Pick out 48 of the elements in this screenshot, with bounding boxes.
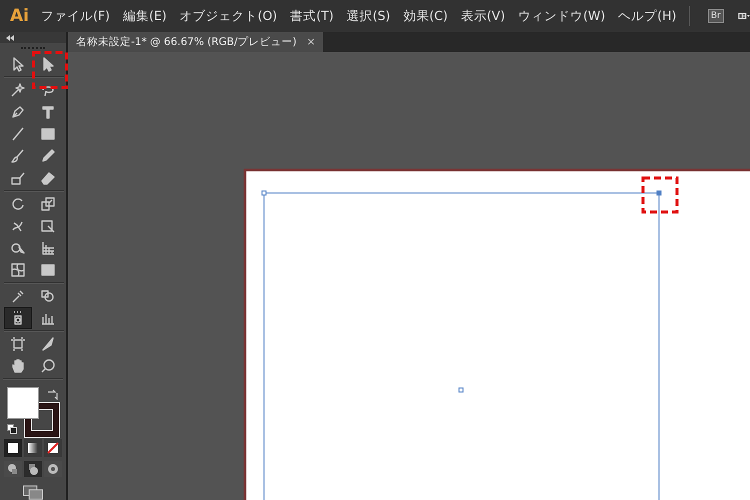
type-tool-icon bbox=[40, 104, 56, 120]
menu-item[interactable]: オブジェクト(O) bbox=[180, 8, 278, 24]
gradient-mode-icon[interactable] bbox=[24, 438, 42, 457]
menu-item[interactable]: ファイル(F) bbox=[40, 8, 110, 24]
eraser-icon bbox=[40, 170, 56, 186]
menu-item[interactable]: 選択(S) bbox=[346, 8, 390, 24]
menu-item[interactable]: 効果(C) bbox=[403, 8, 448, 24]
swap-arrows-icon[interactable] bbox=[47, 389, 58, 400]
line-segment-icon bbox=[10, 126, 26, 142]
draw-behind-icon[interactable] bbox=[24, 460, 42, 477]
rotate-icon bbox=[10, 196, 26, 212]
highlight-frame bbox=[642, 176, 678, 214]
menu-item[interactable]: 書式(T) bbox=[290, 8, 334, 24]
eyedropper-icon bbox=[10, 288, 26, 304]
none-mode-icon[interactable] bbox=[44, 438, 62, 457]
document-tab-title: 名称未設定-1* @ 66.67% (RGB/プレビュー) bbox=[76, 35, 297, 49]
hand-icon bbox=[10, 358, 26, 374]
paintbrush-icon bbox=[10, 148, 26, 164]
default-colors-icon[interactable] bbox=[7, 424, 17, 434]
mesh-icon bbox=[10, 262, 26, 278]
menu-item[interactable]: 編集(E) bbox=[122, 8, 167, 24]
collapse-panel-icon[interactable] bbox=[6, 34, 14, 41]
free-transform-icon bbox=[40, 218, 56, 234]
blob-brush-icon bbox=[10, 170, 26, 186]
close-tab-button[interactable]: × bbox=[306, 36, 316, 48]
perspective-grid-icon bbox=[40, 240, 56, 256]
app-logo[interactable]: Ai bbox=[10, 6, 29, 26]
magic-wand-icon bbox=[10, 82, 26, 98]
rectangle-icon bbox=[40, 126, 56, 142]
menu-item[interactable]: 表示(V) bbox=[460, 8, 506, 24]
center-point bbox=[458, 388, 464, 392]
tool-button[interactable] bbox=[4, 307, 32, 330]
document-tab[interactable]: 名称未設定-1* @ 66.67% (RGB/プレビュー) × bbox=[68, 32, 324, 52]
menu-item[interactable]: ウィンドウ(W) bbox=[518, 8, 606, 24]
fill-swatch[interactable] bbox=[7, 387, 39, 420]
slice-knife-icon bbox=[40, 336, 56, 352]
artboard-icon bbox=[10, 336, 26, 352]
screen-mode-icon[interactable] bbox=[22, 484, 44, 500]
menu-item[interactable]: ヘルプ(H) bbox=[618, 8, 676, 24]
magnifier-icon bbox=[40, 358, 56, 374]
pen-nib-icon bbox=[10, 104, 26, 120]
gradient-square-icon bbox=[40, 262, 56, 278]
highlight-frame bbox=[32, 51, 68, 89]
blend-circles-icon bbox=[40, 288, 56, 304]
pencil-icon bbox=[40, 148, 56, 164]
bridge-button[interactable]: Br bbox=[708, 9, 724, 23]
color-mode-icon[interactable] bbox=[4, 438, 22, 457]
scale-icon bbox=[40, 196, 56, 212]
